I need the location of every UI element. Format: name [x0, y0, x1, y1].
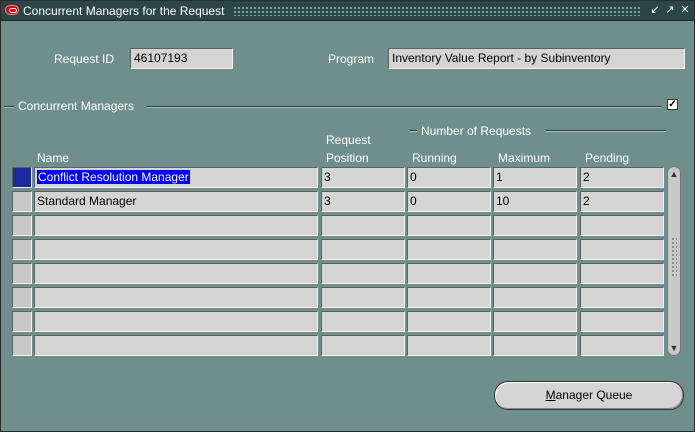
- program-field[interactable]: Inventory Value Report - by Subinventory: [388, 48, 685, 69]
- row-selector[interactable]: [12, 311, 32, 332]
- cell-name[interactable]: [34, 335, 318, 356]
- vertical-scrollbar[interactable]: ▲ ▼: [667, 166, 681, 356]
- row-selector[interactable]: [12, 215, 32, 236]
- title-bar[interactable]: Concurrent Managers for the Request ↙ ↗ …: [1, 1, 694, 21]
- oracle-app-icon: [5, 5, 19, 15]
- program-label: Program: [328, 52, 375, 66]
- row-selector[interactable]: [12, 239, 32, 260]
- header-pending: Pending: [585, 151, 630, 165]
- header-name: Name: [37, 151, 70, 165]
- header-request-position-2: Position: [326, 151, 369, 165]
- section-checkbox[interactable]: ✓: [667, 99, 678, 110]
- cell-maximum[interactable]: [493, 263, 577, 284]
- cell-running[interactable]: [407, 215, 491, 236]
- cell-name[interactable]: Conflict Resolution Manager: [34, 167, 318, 188]
- title-bar-grip: [233, 6, 641, 16]
- cell-position[interactable]: [321, 335, 405, 356]
- cell-running[interactable]: [407, 263, 491, 284]
- window-title: Concurrent Managers for the Request: [23, 4, 225, 18]
- cell-pending[interactable]: 2: [580, 167, 664, 188]
- section-rule-left: [4, 106, 14, 108]
- manager-queue-label: anager Queue: [555, 388, 633, 402]
- cell-maximum[interactable]: [493, 215, 577, 236]
- request-id-field[interactable]: 46107193: [130, 48, 233, 69]
- cell-running[interactable]: 0: [407, 167, 491, 188]
- cell-maximum[interactable]: [493, 311, 577, 332]
- maximize-icon[interactable]: ↗: [664, 4, 676, 17]
- row-selector[interactable]: [12, 263, 32, 284]
- cell-pending[interactable]: [580, 335, 664, 356]
- row-selector[interactable]: [12, 287, 32, 308]
- cell-maximum[interactable]: [493, 335, 577, 356]
- header-maximum: Maximum: [498, 151, 551, 165]
- restore-down-icon[interactable]: ↙: [649, 4, 661, 17]
- cell-maximum[interactable]: [493, 239, 577, 260]
- cell-pending[interactable]: [580, 215, 664, 236]
- cell-position[interactable]: [321, 263, 405, 284]
- cell-pending[interactable]: [580, 287, 664, 308]
- group-rule-right: [545, 130, 666, 132]
- cell-position[interactable]: [321, 287, 405, 308]
- section-rule-right: [147, 106, 661, 108]
- header-running: Running: [412, 151, 457, 165]
- section-title: Concurrent Managers: [18, 99, 135, 113]
- cell-running[interactable]: [407, 311, 491, 332]
- cell-position[interactable]: 3: [321, 191, 405, 212]
- cell-running[interactable]: [407, 239, 491, 260]
- manager-queue-button[interactable]: Manager Queue: [494, 381, 684, 410]
- row-selector[interactable]: [12, 335, 32, 356]
- cell-maximum[interactable]: 10: [493, 191, 577, 212]
- cell-name[interactable]: [34, 215, 318, 236]
- cell-position[interactable]: 3: [321, 167, 405, 188]
- cell-maximum[interactable]: 1: [493, 167, 577, 188]
- cell-pending[interactable]: 2: [580, 191, 664, 212]
- request-id-label: Request ID: [54, 52, 115, 66]
- scroll-up-icon[interactable]: ▲: [668, 167, 680, 181]
- manager-queue-mnemonic: M: [545, 388, 556, 402]
- row-selector[interactable]: [12, 167, 32, 188]
- cell-position[interactable]: [321, 215, 405, 236]
- cell-running[interactable]: 0: [407, 191, 491, 212]
- scroll-thumb-grip[interactable]: [671, 237, 677, 277]
- number-of-requests-header: Number of Requests: [421, 124, 532, 138]
- header-request-position-1: Request: [326, 133, 371, 147]
- cell-position[interactable]: [321, 311, 405, 332]
- cell-pending[interactable]: [580, 263, 664, 284]
- scroll-down-icon[interactable]: ▼: [668, 341, 680, 355]
- group-rule-left: [409, 130, 417, 132]
- cell-pending[interactable]: [580, 311, 664, 332]
- row-selector[interactable]: [12, 191, 32, 212]
- cell-name[interactable]: Standard Manager: [34, 191, 318, 212]
- cell-position[interactable]: [321, 239, 405, 260]
- cell-running[interactable]: [407, 287, 491, 308]
- cell-name[interactable]: [34, 287, 318, 308]
- cell-pending[interactable]: [580, 239, 664, 260]
- cell-name[interactable]: [34, 239, 318, 260]
- cell-maximum[interactable]: [493, 287, 577, 308]
- cell-running[interactable]: [407, 335, 491, 356]
- cell-name[interactable]: [34, 263, 318, 284]
- selected-name-text: Conflict Resolution Manager: [37, 170, 190, 184]
- cell-name[interactable]: [34, 311, 318, 332]
- concurrent-managers-window: Concurrent Managers for the Request ↙ ↗ …: [0, 0, 695, 432]
- close-icon[interactable]: ✕: [679, 4, 691, 17]
